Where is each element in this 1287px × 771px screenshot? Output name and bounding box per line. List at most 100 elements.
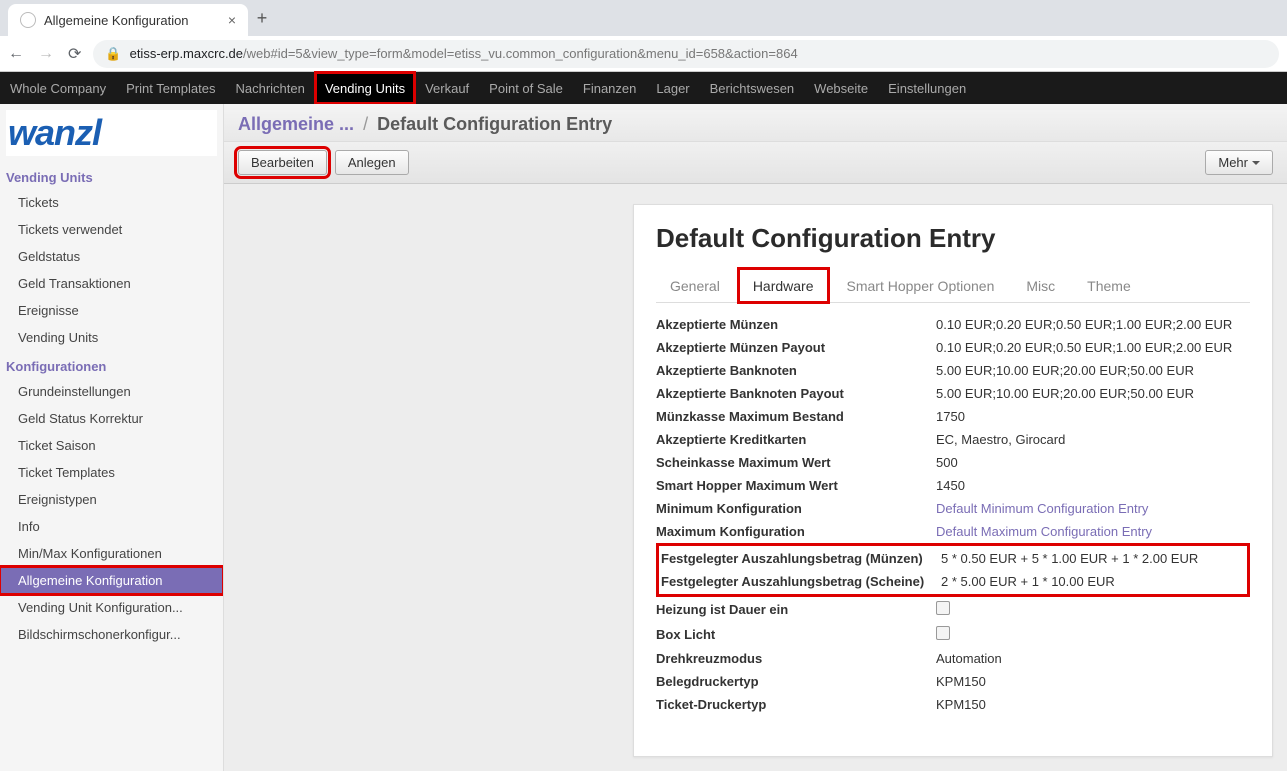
field-value[interactable]: Default Maximum Configuration Entry bbox=[936, 524, 1250, 539]
field-value: 5.00 EUR;10.00 EUR;20.00 EUR;50.00 EUR bbox=[936, 386, 1250, 401]
logo-text: wanzl bbox=[8, 112, 101, 153]
forward-icon[interactable]: → bbox=[38, 45, 54, 63]
sidebar-item-grundeinstellungen[interactable]: Grundeinstellungen bbox=[0, 378, 223, 405]
sidebar-item-vending-units[interactable]: Vending Units bbox=[0, 324, 223, 351]
field-row: Ticket-DruckertypKPM150 bbox=[656, 693, 1250, 716]
field-row: Festgelegter Auszahlungsbetrag (Scheine)… bbox=[661, 570, 1245, 593]
sidebar-item-ticket-templates[interactable]: Ticket Templates bbox=[0, 459, 223, 486]
breadcrumb-root[interactable]: Allgemeine ... bbox=[238, 114, 354, 134]
sidebar-item-ereignistypen[interactable]: Ereignistypen bbox=[0, 486, 223, 513]
breadcrumb: Allgemeine ... / Default Configuration E… bbox=[238, 114, 1273, 135]
nav-point-of-sale[interactable]: Point of Sale bbox=[479, 72, 573, 104]
favicon-icon bbox=[20, 12, 36, 28]
field-label: Akzeptierte Banknoten Payout bbox=[656, 386, 936, 401]
browser-tab[interactable]: Allgemeine Konfiguration × bbox=[8, 4, 248, 36]
field-value: 1450 bbox=[936, 478, 1250, 493]
checkbox bbox=[936, 601, 950, 615]
sidebar-section-vending-units[interactable]: Vending Units bbox=[0, 162, 223, 189]
new-tab-button[interactable]: + bbox=[248, 8, 276, 29]
sidebar-item-vending-unit-konfiguration-[interactable]: Vending Unit Konfiguration... bbox=[0, 594, 223, 621]
address-bar[interactable]: 🔒 etiss-erp.maxcrc.de/web#id=5&view_type… bbox=[93, 40, 1279, 68]
sidebar-item-geld-status-korrektur[interactable]: Geld Status Korrektur bbox=[0, 405, 223, 432]
tab-theme[interactable]: Theme bbox=[1073, 268, 1145, 302]
reload-icon[interactable]: ⟳ bbox=[68, 44, 81, 64]
field-label: Box Licht bbox=[656, 627, 936, 642]
field-value: 5 * 0.50 EUR + 5 * 1.00 EUR + 1 * 2.00 E… bbox=[941, 551, 1245, 566]
field-label: Festgelegter Auszahlungsbetrag (Scheine) bbox=[661, 574, 941, 589]
card-tabs: GeneralHardwareSmart Hopper OptionenMisc… bbox=[656, 268, 1250, 303]
field-label: Belegdruckertyp bbox=[656, 674, 936, 689]
nav-finanzen[interactable]: Finanzen bbox=[573, 72, 646, 104]
sidebar-item-geld-transaktionen[interactable]: Geld Transaktionen bbox=[0, 270, 223, 297]
nav-verkauf[interactable]: Verkauf bbox=[415, 72, 479, 104]
field-row: Akzeptierte KreditkartenEC, Maestro, Gir… bbox=[656, 428, 1250, 451]
field-value: 5.00 EUR;10.00 EUR;20.00 EUR;50.00 EUR bbox=[936, 363, 1250, 378]
field-row: Akzeptierte Banknoten5.00 EUR;10.00 EUR;… bbox=[656, 359, 1250, 382]
field-value: 0.10 EUR;0.20 EUR;0.50 EUR;1.00 EUR;2.00… bbox=[936, 340, 1250, 355]
sidebar-section-konfigurationen[interactable]: Konfigurationen bbox=[0, 351, 223, 378]
field-value: EC, Maestro, Girocard bbox=[936, 432, 1250, 447]
field-row: Smart Hopper Maximum Wert1450 bbox=[656, 474, 1250, 497]
nav-whole-company[interactable]: Whole Company bbox=[0, 72, 116, 104]
card-title: Default Configuration Entry bbox=[656, 223, 1250, 254]
nav-berichtswesen[interactable]: Berichtswesen bbox=[700, 72, 805, 104]
field-label: Akzeptierte Münzen Payout bbox=[656, 340, 936, 355]
nav-print-templates[interactable]: Print Templates bbox=[116, 72, 225, 104]
field-row: Box Licht bbox=[656, 622, 1250, 647]
field-row: Scheinkasse Maximum Wert500 bbox=[656, 451, 1250, 474]
field-value: KPM150 bbox=[936, 697, 1250, 712]
form-card: Default Configuration Entry GeneralHardw… bbox=[633, 204, 1273, 757]
highlighted-rows: Festgelegter Auszahlungsbetrag (Münzen)5… bbox=[656, 543, 1250, 597]
nav-vending-units[interactable]: Vending Units bbox=[315, 72, 415, 104]
field-label: Minimum Konfiguration bbox=[656, 501, 936, 516]
sidebar-item-geldstatus[interactable]: Geldstatus bbox=[0, 243, 223, 270]
field-value[interactable]: Default Minimum Configuration Entry bbox=[936, 501, 1250, 516]
edit-button[interactable]: Bearbeiten bbox=[238, 150, 327, 175]
field-value bbox=[936, 601, 1250, 618]
lock-icon: 🔒 bbox=[105, 46, 121, 62]
field-value: 500 bbox=[936, 455, 1250, 470]
create-button[interactable]: Anlegen bbox=[335, 150, 409, 175]
tab-general[interactable]: General bbox=[656, 268, 734, 302]
sidebar-item-tickets[interactable]: Tickets bbox=[0, 189, 223, 216]
field-label: Heizung ist Dauer ein bbox=[656, 602, 936, 617]
sidebar: wanzl Vending Units TicketsTickets verwe… bbox=[0, 104, 224, 771]
nav-einstellungen[interactable]: Einstellungen bbox=[878, 72, 976, 104]
field-label: Akzeptierte Münzen bbox=[656, 317, 936, 332]
sidebar-item-tickets-verwendet[interactable]: Tickets verwendet bbox=[0, 216, 223, 243]
field-label: Akzeptierte Kreditkarten bbox=[656, 432, 936, 447]
field-row: Akzeptierte Banknoten Payout5.00 EUR;10.… bbox=[656, 382, 1250, 405]
tab-hardware[interactable]: Hardware bbox=[738, 268, 829, 303]
breadcrumb-sep: / bbox=[363, 114, 368, 134]
field-value: 1750 bbox=[936, 409, 1250, 424]
nav-lager[interactable]: Lager bbox=[646, 72, 699, 104]
field-label: Münzkasse Maximum Bestand bbox=[656, 409, 936, 424]
nav-webseite[interactable]: Webseite bbox=[804, 72, 878, 104]
url-domain: etiss-erp.maxcrc.de bbox=[130, 46, 243, 61]
sidebar-item-allgemeine-konfiguration[interactable]: Allgemeine Konfiguration bbox=[0, 567, 223, 594]
tab-misc[interactable]: Misc bbox=[1012, 268, 1069, 302]
field-label: Smart Hopper Maximum Wert bbox=[656, 478, 936, 493]
sidebar-item-bildschirmschonerkonfigur-[interactable]: Bildschirmschonerkonfigur... bbox=[0, 621, 223, 648]
sidebar-item-ticket-saison[interactable]: Ticket Saison bbox=[0, 432, 223, 459]
field-value: 0.10 EUR;0.20 EUR;0.50 EUR;1.00 EUR;2.00… bbox=[936, 317, 1250, 332]
field-row: Heizung ist Dauer ein bbox=[656, 597, 1250, 622]
field-value bbox=[936, 626, 1250, 643]
tab-title: Allgemeine Konfiguration bbox=[44, 13, 189, 28]
tab-smart-hopper-optionen[interactable]: Smart Hopper Optionen bbox=[833, 268, 1009, 302]
close-icon[interactable]: × bbox=[228, 12, 236, 28]
field-label: Drehkreuzmodus bbox=[656, 651, 936, 666]
sidebar-item-min-max-konfigurationen[interactable]: Min/Max Konfigurationen bbox=[0, 540, 223, 567]
logo: wanzl bbox=[0, 104, 223, 162]
field-label: Akzeptierte Banknoten bbox=[656, 363, 936, 378]
field-row: BelegdruckertypKPM150 bbox=[656, 670, 1250, 693]
field-row: Festgelegter Auszahlungsbetrag (Münzen)5… bbox=[661, 547, 1245, 570]
sidebar-item-ereignisse[interactable]: Ereignisse bbox=[0, 297, 223, 324]
breadcrumb-leaf: Default Configuration Entry bbox=[377, 114, 612, 134]
field-value: KPM150 bbox=[936, 674, 1250, 689]
nav-nachrichten[interactable]: Nachrichten bbox=[225, 72, 314, 104]
field-value: Automation bbox=[936, 651, 1250, 666]
back-icon[interactable]: ← bbox=[8, 45, 24, 63]
more-button[interactable]: Mehr bbox=[1205, 150, 1273, 175]
sidebar-item-info[interactable]: Info bbox=[0, 513, 223, 540]
